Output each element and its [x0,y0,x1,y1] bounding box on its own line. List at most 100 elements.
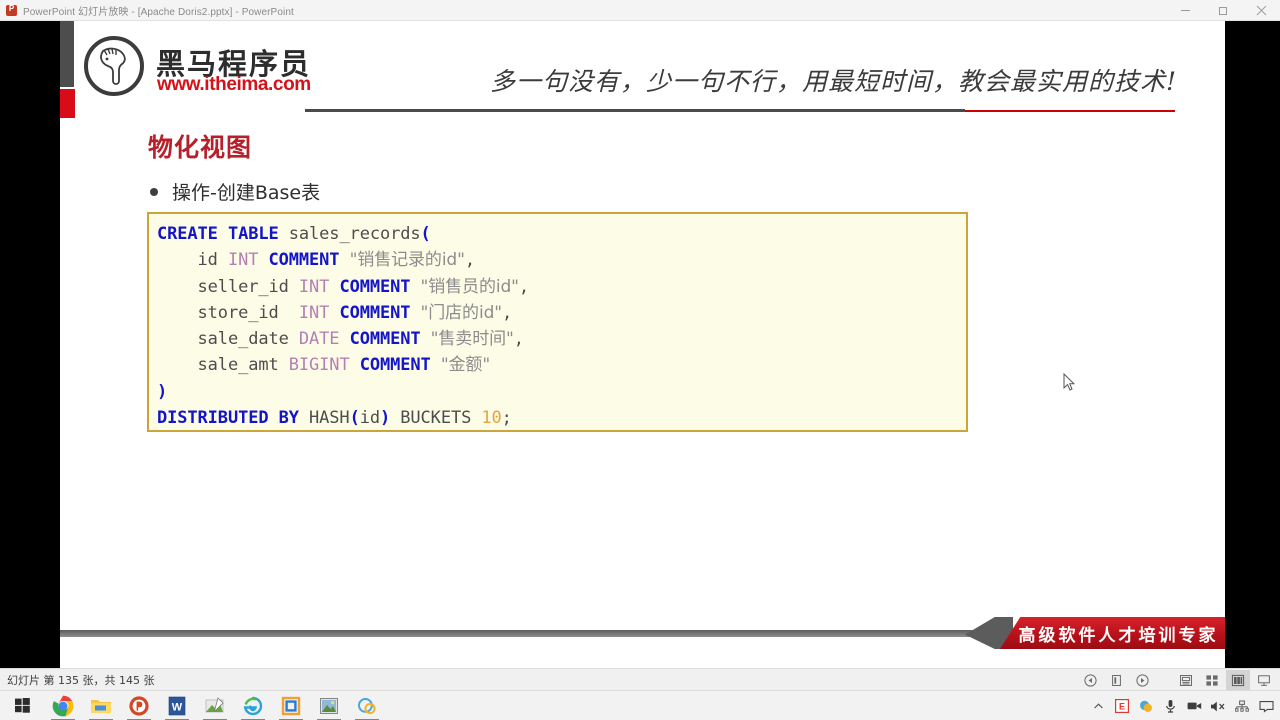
photo-viewer-icon [320,697,338,714]
code-token: ) [157,381,168,402]
vmware-icon [281,696,301,715]
slideshow-controls [1078,669,1276,691]
taskbar-vmware[interactable] [272,691,310,720]
code-token: BIGINT [288,355,360,376]
code-token: sales_records [288,224,421,244]
header-rule-red [965,110,1175,112]
windows-taskbar: W E [0,690,1280,720]
close-button[interactable] [1242,0,1280,21]
taskbar-internet-explorer[interactable] [234,691,272,720]
code-token: HASH [309,408,350,429]
code-line: DISTRIBUTED BY HASH(id) BUCKETS 10; [157,405,966,431]
network-icon[interactable] [1230,691,1254,720]
code-token: INT [298,276,340,297]
notification-icon [1258,700,1274,713]
taskbar-snipaste[interactable] [196,691,234,720]
code-token: INT [298,302,340,323]
banner-ribbon: 高级软件人才培训专家 [1000,617,1225,649]
code-token: "门店的id" [420,302,503,323]
ethernet-icon [1235,699,1249,712]
decoration-dark-bar [60,21,74,87]
code-token: ( [420,224,431,244]
powerpoint-slideshow-window: PowerPoint 幻灯片放映 - [Apache Doris2.pptx] … [0,0,1280,720]
action-center-icon[interactable] [1254,691,1278,720]
start-button[interactable] [0,691,44,720]
code-token: CREATE TABLE [157,224,289,244]
sogou-input-icon[interactable]: E [1110,691,1134,720]
code-token: INT [227,250,269,271]
code-token: COMMENT [268,250,350,271]
ime-icon: E [1115,699,1129,713]
pen-tools-button[interactable] [1104,670,1128,690]
code-token: 10 [481,408,502,429]
code-token: , [513,329,524,350]
pen-icon [1111,674,1121,686]
show-hidden-icons-icon[interactable] [1086,691,1110,720]
taskbar-chrome[interactable] [44,691,82,720]
reading-view-button[interactable] [1226,670,1250,690]
sql-code-text: CREATE TABLE sales_records( id INT COMME… [157,221,966,431]
system-tray: E [1086,691,1278,720]
code-token: , [518,276,530,297]
word-icon: W [168,696,186,715]
chevron-up-icon [1093,702,1103,708]
horse-glyph-icon [100,47,126,85]
taskbar-word[interactable]: W [158,691,196,720]
taskbar-file-explorer[interactable] [82,691,120,720]
previous-slide-icon [1083,673,1097,687]
slide-counter: 幻灯片 第 135 张，共 145 张 [7,673,155,687]
window-title: PowerPoint 幻灯片放映 - [Apache Doris2.pptx] … [23,6,294,18]
slideshow-stage[interactable]: 黑马程序员 www.itheima.com 多一句没有，少一句不行，用最短时间，… [0,21,1280,668]
snip-tool-icon [205,696,224,712]
logo-brand-url: www.itheima.com [157,74,311,95]
footer-banner: 高级软件人才培训专家 [60,617,1225,649]
notes-button[interactable] [1174,670,1198,690]
code-token: id [359,408,380,429]
code-line: store_id INT COMMENT "门店的id", [157,300,966,326]
code-token: ( [349,408,360,429]
code-token: sale_amt [157,355,289,376]
svg-text:W: W [172,701,183,713]
speaker-mute-icon [1211,701,1225,711]
taskbar-powerpoint[interactable] [120,691,158,720]
bullet-label: 操作-创建Base表 [172,182,321,204]
bullet-item: 操作-创建Base表 [150,178,320,205]
windows-logo-icon [14,698,30,713]
code-token: ; [501,408,512,429]
camera-icon[interactable] [1182,691,1206,720]
next-slide-button[interactable] [1130,670,1154,690]
previous-slide-button[interactable] [1078,670,1102,690]
window-titlebar: PowerPoint 幻灯片放映 - [Apache Doris2.pptx] … [0,0,1280,21]
presenter-view-button[interactable] [1252,670,1276,690]
code-token: "售卖时间" [430,329,514,350]
taskbar-photo-viewer[interactable] [310,691,348,720]
code-token: ) [380,408,391,429]
restore-button[interactable] [1204,0,1242,21]
code-token: BUCKETS [390,408,482,429]
code-token: , [501,302,513,323]
code-token: seller_id [157,276,299,297]
itheima-logo: 黑马程序员 www.itheima.com [84,36,319,96]
svg-text:E: E [1119,702,1125,712]
code-line: CREATE TABLE sales_records( [157,221,966,247]
decoration-red-square [60,89,75,118]
slide-canvas[interactable]: 黑马程序员 www.itheima.com 多一句没有，少一句不行，用最短时间，… [60,21,1225,668]
code-line: sale_amt BIGINT COMMENT "金额" [157,352,966,378]
code-line: id INT COMMENT "销售记录的id", [157,247,966,273]
next-slide-icon [1135,673,1149,687]
tray-app-icon[interactable] [1134,691,1158,720]
powerpoint-app-icon [129,695,149,716]
bullet-dot-icon [150,187,158,196]
minimize-button[interactable] [1166,0,1204,21]
code-token: DISTRIBUTED BY [157,408,310,429]
microphone-icon[interactable] [1158,691,1182,720]
code-token: "金额" [440,355,491,376]
chrome-icon [52,695,74,716]
code-line: seller_id INT COMMENT "销售员的id", [157,274,966,300]
code-token: COMMENT [339,276,421,297]
close-icon [1256,5,1266,16]
code-token: sale_date [157,329,299,350]
taskbar-qq[interactable] [348,691,386,720]
all-slides-button[interactable] [1200,670,1224,690]
volume-muted-icon[interactable] [1206,691,1230,720]
